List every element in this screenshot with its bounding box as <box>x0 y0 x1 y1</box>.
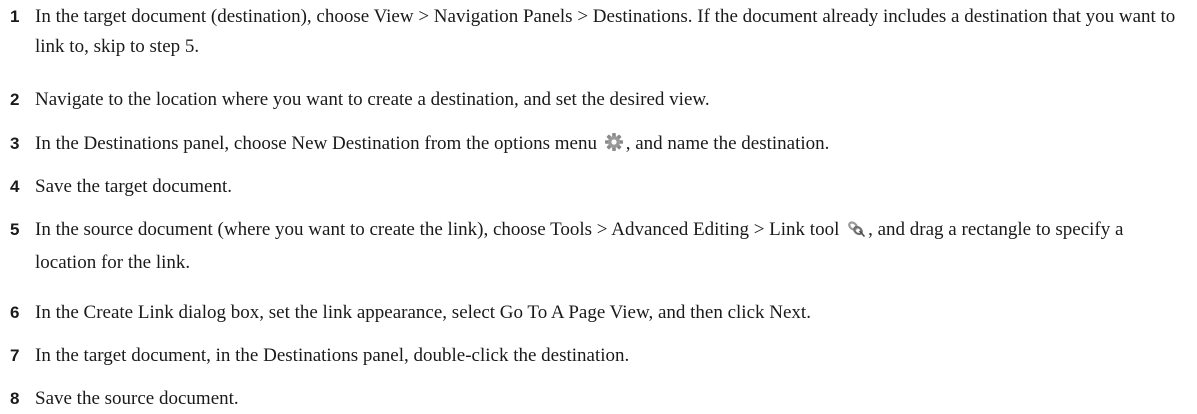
step-text: Navigate to the location where you want … <box>35 89 710 110</box>
step-5: 5 In the source document (where you want… <box>10 215 1185 278</box>
step-7: 7 In the target document, in the Destina… <box>10 341 1185 371</box>
step-number: 8 <box>10 389 20 408</box>
step-number: 6 <box>10 303 20 322</box>
step-1: 1 In the target document (destination), … <box>10 2 1185 62</box>
step-number: 2 <box>10 90 20 109</box>
step-8: 8 Save the source document. <box>10 384 1185 414</box>
step-2: 2 Navigate to the location where you wan… <box>10 85 1185 115</box>
step-4: 4 Save the target document. <box>10 172 1185 202</box>
step-text: Save the target document. <box>35 176 232 197</box>
step-number: 4 <box>10 177 20 196</box>
step-text: In the target document (destination), ch… <box>35 6 1176 57</box>
step-text-container: In the Destinations panel, choose New De… <box>35 129 1185 162</box>
step-number: 5 <box>10 220 20 239</box>
step-text-container: In the source document (where you want t… <box>35 215 1185 278</box>
link-tool-icon <box>846 218 866 248</box>
step-text-after: , and name the destination. <box>625 133 830 154</box>
step-3: 3 In the Destinations panel, choose New … <box>10 129 1185 162</box>
step-text-before: In the source document (where you want t… <box>35 219 840 240</box>
step-6: 6 In the Create Link dialog box, set the… <box>10 298 1185 328</box>
step-text: Save the source document. <box>35 388 239 409</box>
step-number: 3 <box>10 134 20 153</box>
step-number: 1 <box>10 7 20 26</box>
instruction-steps: 1 In the target document (destination), … <box>0 0 1197 414</box>
step-number: 7 <box>10 346 20 365</box>
step-text: In the target document, in the Destinati… <box>35 345 630 366</box>
step-text: In the Create Link dialog box, set the l… <box>35 302 811 323</box>
gear-icon <box>604 132 624 162</box>
step-text-before: In the Destinations panel, choose New De… <box>35 133 597 154</box>
